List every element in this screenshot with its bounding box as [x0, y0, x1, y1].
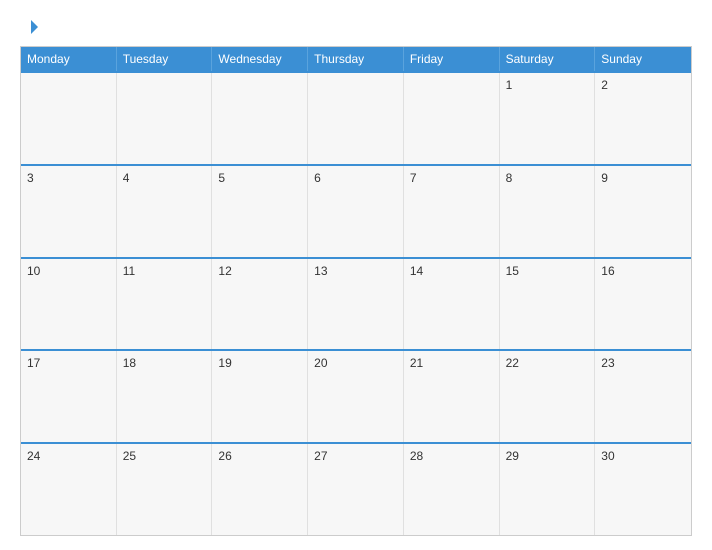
day-number: 20: [314, 356, 327, 370]
calendar-cell: 19: [212, 351, 308, 442]
day-number: 11: [123, 264, 135, 278]
day-number: 4: [123, 171, 130, 185]
day-number: 23: [601, 356, 614, 370]
weekday-header-monday: Monday: [21, 47, 117, 71]
day-number: 29: [506, 449, 519, 463]
day-number: 24: [27, 449, 40, 463]
calendar-cell: [212, 73, 308, 164]
day-number: 30: [601, 449, 614, 463]
day-number: 28: [410, 449, 423, 463]
calendar-cell: [21, 73, 117, 164]
calendar-cell: [117, 73, 213, 164]
calendar-cell: 11: [117, 259, 213, 350]
calendar-body: 1234567891011121314151617181920212223242…: [21, 71, 691, 535]
calendar-cell: [308, 73, 404, 164]
day-number: 25: [123, 449, 136, 463]
calendar-cell: 7: [404, 166, 500, 257]
calendar-cell: 1: [500, 73, 596, 164]
calendar-cell: 20: [308, 351, 404, 442]
day-number: 13: [314, 264, 327, 278]
weekday-header-sunday: Sunday: [595, 47, 691, 71]
day-number: 9: [601, 171, 608, 185]
weekday-header-saturday: Saturday: [500, 47, 596, 71]
logo: [20, 18, 40, 36]
calendar-cell: 12: [212, 259, 308, 350]
day-number: 26: [218, 449, 231, 463]
calendar-cell: 18: [117, 351, 213, 442]
day-number: 17: [27, 356, 40, 370]
calendar-cell: 29: [500, 444, 596, 535]
calendar-cell: 30: [595, 444, 691, 535]
calendar-cell: 17: [21, 351, 117, 442]
day-number: 3: [27, 171, 34, 185]
calendar-cell: 26: [212, 444, 308, 535]
calendar: MondayTuesdayWednesdayThursdayFridaySatu…: [20, 46, 692, 536]
calendar-cell: 2: [595, 73, 691, 164]
weekday-header-thursday: Thursday: [308, 47, 404, 71]
day-number: 12: [218, 264, 231, 278]
calendar-cell: 25: [117, 444, 213, 535]
calendar-row-3: 10 11 12 13 14 15 16: [21, 257, 691, 350]
day-number: 7: [410, 171, 417, 185]
calendar-cell: 28: [404, 444, 500, 535]
calendar-cell: 22: [500, 351, 596, 442]
calendar-cell: 10: [21, 259, 117, 350]
calendar-cell: 24: [21, 444, 117, 535]
weekday-header-wednesday: Wednesday: [212, 47, 308, 71]
calendar-cell: 23: [595, 351, 691, 442]
calendar-cell: 6: [308, 166, 404, 257]
day-number: 15: [506, 264, 519, 278]
day-number: 18: [123, 356, 136, 370]
calendar-header: MondayTuesdayWednesdayThursdayFridaySatu…: [21, 47, 691, 71]
day-number: 1: [506, 78, 513, 92]
calendar-cell: 5: [212, 166, 308, 257]
day-number: 27: [314, 449, 327, 463]
calendar-row-1: 12: [21, 71, 691, 164]
day-number: 10: [27, 264, 40, 278]
day-number: 2: [601, 78, 608, 92]
day-number: 14: [410, 264, 423, 278]
calendar-cell: 13: [308, 259, 404, 350]
calendar-cell: 15: [500, 259, 596, 350]
day-number: 6: [314, 171, 321, 185]
calendar-cell: 14: [404, 259, 500, 350]
calendar-row-5: 24 25 26 27 28 29 30: [21, 442, 691, 535]
calendar-row-2: 3 4 5 6 7 8 9: [21, 164, 691, 257]
calendar-cell: [404, 73, 500, 164]
page-header: [20, 18, 692, 36]
logo-flag-icon: [22, 18, 40, 36]
calendar-cell: 3: [21, 166, 117, 257]
calendar-cell: 8: [500, 166, 596, 257]
day-number: 19: [218, 356, 231, 370]
day-number: 21: [410, 356, 423, 370]
calendar-cell: 4: [117, 166, 213, 257]
calendar-cell: 9: [595, 166, 691, 257]
day-number: 16: [601, 264, 614, 278]
calendar-row-4: 17 18 19 20 21 22 23: [21, 349, 691, 442]
day-number: 5: [218, 171, 225, 185]
weekday-header-tuesday: Tuesday: [117, 47, 213, 71]
calendar-cell: 27: [308, 444, 404, 535]
day-number: 8: [506, 171, 513, 185]
day-number: 22: [506, 356, 519, 370]
calendar-cell: 16: [595, 259, 691, 350]
calendar-cell: 21: [404, 351, 500, 442]
calendar-page: MondayTuesdayWednesdayThursdayFridaySatu…: [0, 0, 712, 550]
weekday-header-friday: Friday: [404, 47, 500, 71]
